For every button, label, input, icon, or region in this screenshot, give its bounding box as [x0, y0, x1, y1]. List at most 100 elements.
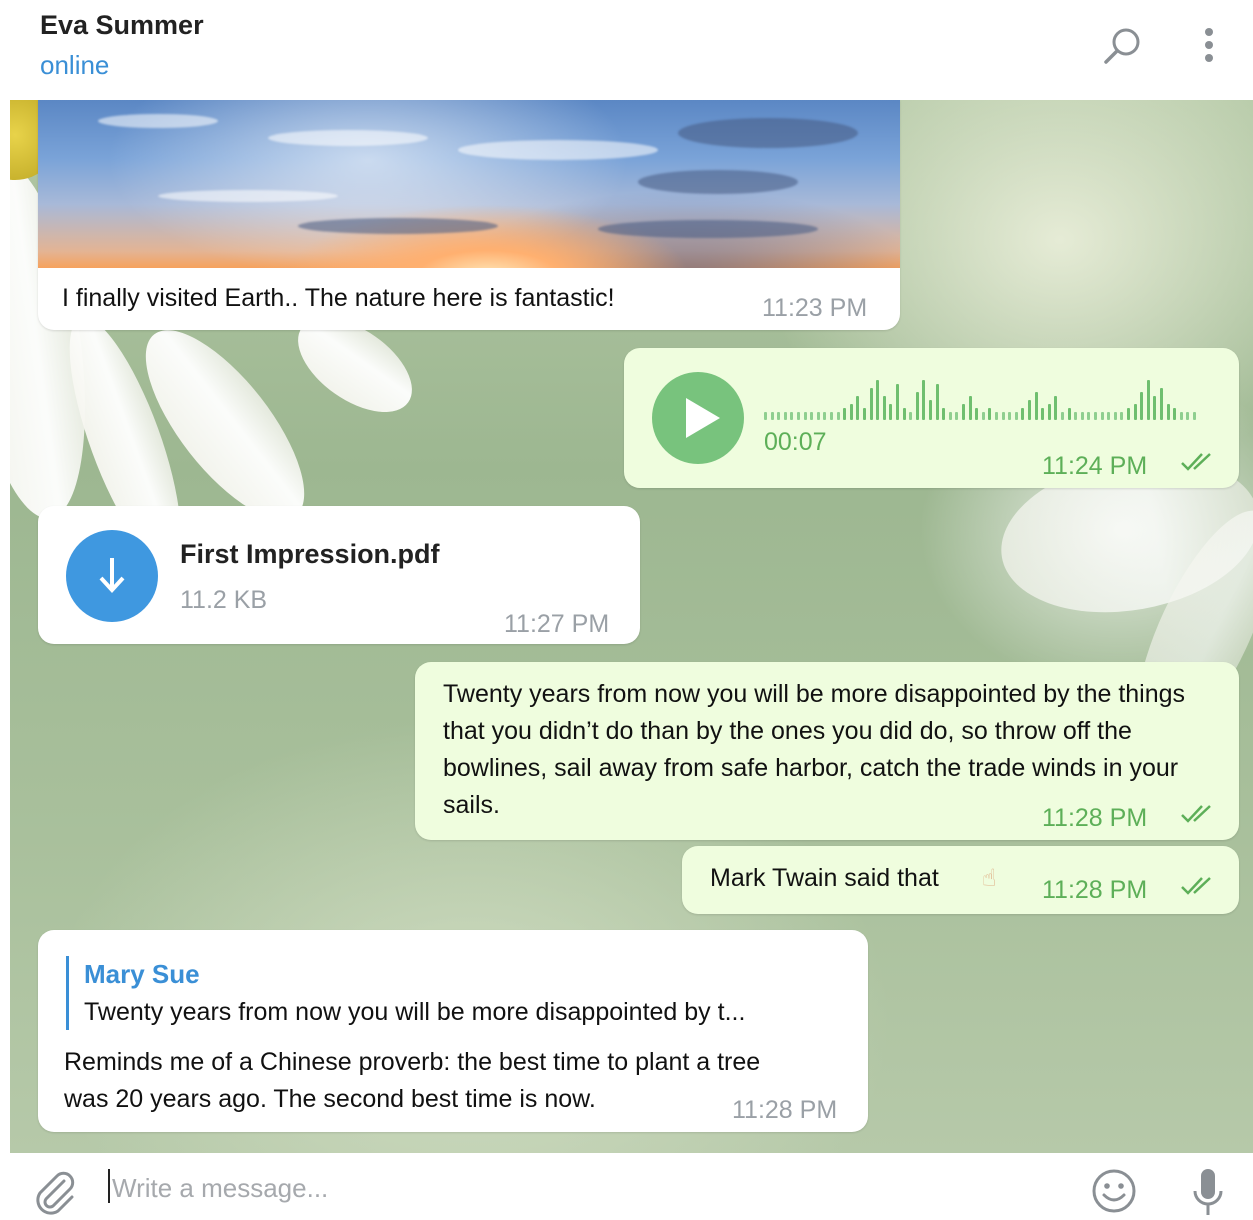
message-time: 11:28 PM	[732, 1096, 838, 1124]
waveform-bar	[823, 412, 827, 420]
waveform-bar	[816, 412, 820, 420]
waveform-bar	[955, 412, 959, 420]
reply-message[interactable]: Mary Sue Twenty years from now you will …	[38, 930, 868, 1132]
waveform-bar	[909, 412, 913, 420]
play-icon	[686, 398, 720, 438]
waveform-bar	[1087, 412, 1091, 420]
reply-author[interactable]: Mary Sue	[84, 956, 200, 993]
waveform-bar	[975, 408, 979, 420]
contact-name[interactable]: Eva Summer	[40, 10, 204, 41]
waveform-bar	[1014, 412, 1018, 420]
waveform-bar	[1120, 412, 1124, 420]
voice-message[interactable]: 00:07 11:24 PM	[624, 348, 1239, 488]
waveform-bar	[764, 412, 767, 420]
file-message[interactable]: First Impression.pdf 11.2 KB 11:27 PM	[38, 506, 640, 644]
waveform-bar	[803, 412, 807, 420]
message-text: Mark Twain said that	[710, 864, 939, 892]
waveform-bar	[783, 412, 787, 420]
message-time: 11:28 PM	[1042, 876, 1148, 904]
text-message-outgoing[interactable]: Twenty years from now you will be more d…	[415, 662, 1239, 840]
double-check-icon	[1181, 877, 1211, 895]
photo-caption: I finally visited Earth.. The nature her…	[62, 284, 615, 312]
waveform-bar	[889, 404, 893, 420]
waveform-bar	[1041, 408, 1045, 420]
play-button[interactable]	[652, 372, 744, 464]
waveform-bar	[915, 392, 919, 420]
waveform-bar	[770, 412, 774, 420]
waveform-bar	[948, 412, 952, 420]
message-time: 11:27 PM	[504, 610, 610, 638]
waveform-bar	[1146, 380, 1150, 420]
waveform-bar	[1186, 412, 1190, 420]
waveform-bar	[1021, 408, 1025, 420]
voice-duration: 00:07	[764, 428, 827, 456]
waveform-bar	[1153, 396, 1157, 420]
waveform-bar	[856, 396, 860, 420]
waveform-bar	[929, 400, 932, 420]
waveform-bar	[1054, 396, 1058, 420]
download-button[interactable]	[66, 530, 158, 622]
message-time: 11:24 PM	[1042, 452, 1148, 480]
waveform-bar	[869, 388, 873, 420]
waveform-bar	[1001, 412, 1005, 420]
waveform-bar	[1113, 412, 1117, 420]
voice-waveform[interactable]	[764, 376, 1204, 420]
waveform-bar	[902, 408, 906, 420]
waveform-bar	[942, 408, 946, 420]
emoji-icon[interactable]	[1090, 1167, 1138, 1215]
waveform-bar	[810, 412, 814, 420]
waveform-bar	[1094, 412, 1097, 420]
waveform-bar	[995, 412, 998, 420]
more-vertical-icon[interactable]	[1192, 24, 1226, 70]
waveform-bar	[1193, 412, 1196, 420]
waveform-bar	[876, 380, 880, 420]
text-cursor	[108, 1169, 110, 1203]
message-time: 11:23 PM	[762, 294, 868, 322]
waveform-bar	[790, 412, 794, 420]
waveform-bar	[1133, 404, 1137, 420]
waveform-bar	[962, 404, 965, 420]
waveform-bar	[896, 384, 899, 420]
waveform-bar	[935, 384, 939, 420]
waveform-bar	[1008, 412, 1012, 420]
reply-quote-bar	[66, 956, 69, 1030]
waveform-bar	[1179, 412, 1183, 420]
waveform-bar	[797, 412, 800, 420]
photo-message[interactable]: I finally visited Earth.. The nature her…	[38, 100, 900, 330]
double-check-icon	[1181, 805, 1211, 823]
download-arrow-icon	[99, 558, 125, 593]
waveform-bar	[1047, 404, 1051, 420]
chat-header: Eva Summer online	[0, 0, 1253, 100]
waveform-bar	[843, 408, 847, 420]
double-check-icon	[1181, 453, 1211, 471]
waveform-bar	[1166, 404, 1170, 420]
waveform-bar	[1100, 412, 1104, 420]
pointing-up-emoji: ☝	[982, 865, 997, 892]
file-name[interactable]: First Impression.pdf	[180, 536, 440, 573]
waveform-bar	[1061, 412, 1064, 420]
waveform-bar	[1067, 408, 1071, 420]
waveform-bar	[863, 408, 866, 420]
waveform-bar	[882, 396, 886, 420]
waveform-bar	[849, 404, 853, 420]
paperclip-icon[interactable]	[30, 1169, 76, 1215]
waveform-bar	[1080, 412, 1084, 420]
message-composer	[0, 1153, 1253, 1220]
waveform-bar	[922, 380, 926, 420]
text-message-outgoing[interactable]: Mark Twain said that ☝ 11:28 PM	[682, 846, 1239, 914]
photo-sunset[interactable]	[38, 100, 900, 268]
waveform-bar	[968, 396, 972, 420]
waveform-bar	[1127, 408, 1130, 420]
waveform-bar	[981, 412, 985, 420]
chat-area[interactable]: I finally visited Earth.. The nature her…	[10, 100, 1253, 1153]
reply-preview[interactable]: Twenty years from now you will be more d…	[84, 994, 745, 1031]
waveform-bar	[988, 408, 992, 420]
waveform-bar	[1034, 392, 1038, 420]
message-time: 11:28 PM	[1042, 804, 1148, 832]
search-icon[interactable]	[1100, 24, 1146, 70]
message-input[interactable]	[112, 1167, 1012, 1209]
microphone-icon[interactable]	[1190, 1167, 1226, 1217]
waveform-bar	[830, 412, 833, 420]
contact-status: online	[40, 50, 110, 80]
waveform-bar	[1173, 408, 1177, 420]
